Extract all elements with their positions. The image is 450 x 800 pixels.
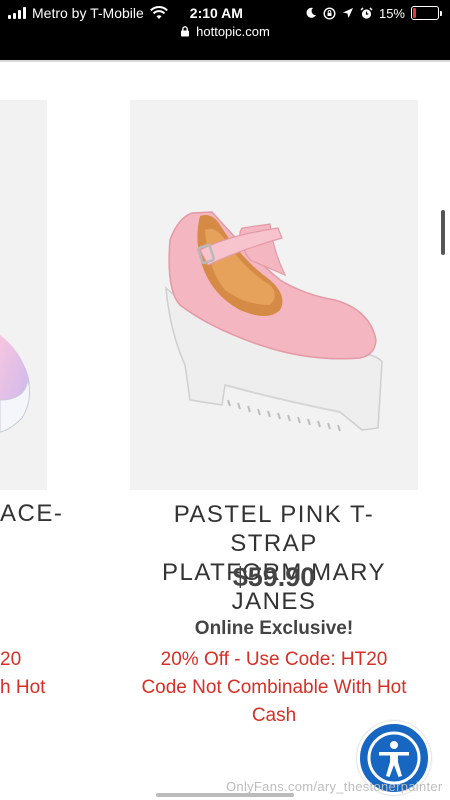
product-title[interactable]: PASTEL PINK T-STRAP PLATFORM MARY JANES [130, 500, 418, 616]
watermark: OnlyFans.com/ary_thestonerpainter [226, 779, 443, 794]
product-price: $59.90 [232, 562, 316, 592]
wifi-icon [149, 6, 168, 19]
lock-icon [181, 26, 190, 37]
sneaker-image [0, 335, 30, 433]
scrollbar[interactable] [441, 210, 445, 255]
promo-text-left: 20 h Hot [0, 649, 46, 698]
product-title-left[interactable]: ACE- [0, 500, 63, 528]
rotation-lock-icon [323, 6, 336, 20]
online-exclusive-label: Online Exclusive! [194, 618, 354, 639]
url-text[interactable]: hottopic.com [196, 24, 270, 39]
header-divider [0, 60, 450, 62]
moon-icon [306, 7, 316, 18]
clock: 2:10 AM [189, 5, 243, 21]
location-arrow-icon [342, 8, 353, 18]
product-image-left[interactable] [0, 100, 47, 490]
alarm-icon [360, 6, 373, 19]
battery-percent: 15% [378, 5, 405, 21]
battery-icon [411, 6, 442, 20]
home-indicator[interactable] [156, 793, 294, 797]
signal-icon [8, 7, 26, 19]
pink-mary-jane-image [165, 211, 383, 432]
status-bar: Metro by T-Mobile 2:10 AM 15% hottopic.c… [0, 0, 450, 60]
carrier-name: Metro by T-Mobile [32, 5, 144, 21]
address-bar[interactable]: hottopic.com [0, 24, 450, 39]
product-image[interactable] [130, 100, 418, 490]
promo-text: 20% Off - Use Code: HT20 Code Not Combin… [141, 649, 407, 726]
